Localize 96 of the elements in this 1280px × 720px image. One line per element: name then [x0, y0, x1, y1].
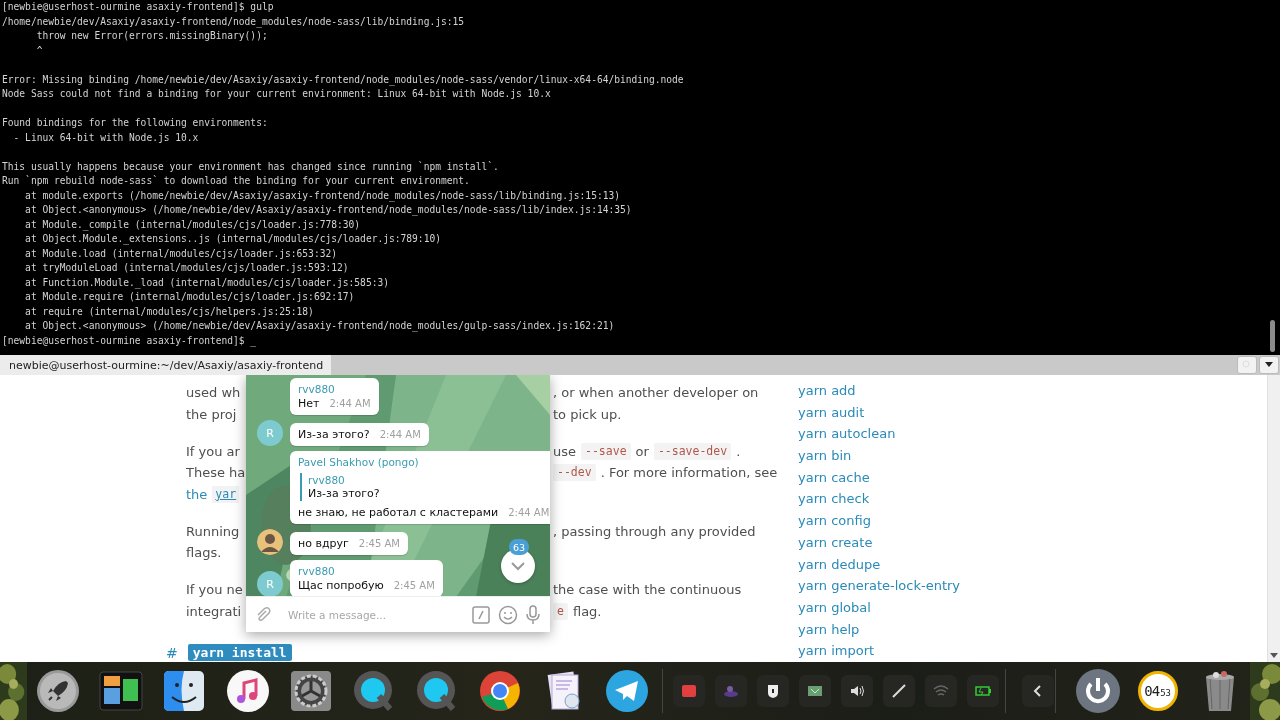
message-text: не знаю, не работал с кластерами — [298, 505, 499, 520]
terminal-line: [newbie@userhost-ourmine asaxiy-frontend]$ gulp — [2, 0, 275, 14]
terminal-line: at Object.<anonymous> (/home/newbie/dev/Asaxiy/asaxiy-frontend/node_modules/gulp-sass/index.js:162:21) — [24, 319, 616, 334]
slash-command-icon[interactable] — [472, 605, 490, 624]
terminal-line: at Function.Module._load (internal/modules/cjs/loader.js:585:3) — [24, 275, 390, 290]
paragraph-text: , passing through any provided — [553, 522, 756, 541]
reply-quote[interactable]: rvv880 Из-за этого? — [300, 473, 550, 501]
clock-minutes: 53 — [1160, 688, 1172, 698]
paragraph-text: the proj — [186, 405, 237, 424]
paragraph-text: These ha — [186, 464, 246, 482]
scroll-down-arrow-icon[interactable] — [1270, 653, 1278, 659]
music-note-icon[interactable] — [225, 669, 270, 713]
code-link[interactable]: yar — [212, 485, 240, 503]
paragraph-text: . — [736, 442, 741, 461]
doc-link[interactable]: the — [186, 483, 208, 505]
paragraph-text: integrati — [186, 602, 242, 621]
terminal-line: Node Sass could not find a binding for your current environment: Linux 64-bit with Node.js 10.x — [2, 87, 552, 101]
paragraph-text: to pick up. — [553, 405, 622, 424]
terminal-line: Run `npm rebuild node-sass` to download the binding for your current environment. — [2, 174, 471, 188]
sender-name: Pavel Shakhov (pongo) — [298, 455, 419, 469]
terminal-line: at Module.require (internal/modules/cjs/loader.js:692:17) — [24, 290, 356, 304]
anchor-link[interactable]: # — [166, 644, 178, 661]
message-time: 2:44 AM — [329, 397, 371, 411]
code-snippet: --save-dev — [653, 442, 732, 460]
terminal-line: [newbie@userhost-ourmine asaxiy-frontend]$ _ — [2, 333, 258, 348]
emoji-icon[interactable] — [498, 604, 518, 625]
code-snippet: --save — [581, 442, 631, 460]
sender-name: rvv880 — [298, 564, 335, 578]
terminal-line: at Module.load (internal/modules/cjs/loader.js:653:32) — [24, 246, 338, 261]
message-input[interactable]: Write a message... — [280, 604, 464, 625]
sidebar-link[interactable]: yarn add — [798, 380, 856, 402]
smiling-face-icon[interactable] — [162, 669, 207, 713]
sidebar-link[interactable]: yarn autoclean — [798, 423, 896, 446]
sidebar-link[interactable]: yarn config — [798, 510, 871, 532]
paragraph-text: , or when another developer on — [553, 384, 759, 402]
section-heading: yarn install — [187, 644, 292, 661]
sidebar-link[interactable]: yarn import — [798, 640, 875, 662]
terminal-line: This usually happens because your environment has changed since running `npm install`. — [2, 159, 500, 174]
paragraph-text: used wh — [186, 384, 241, 402]
message-text: Нет — [298, 396, 320, 411]
message-text: Из-за этого? — [298, 427, 370, 442]
terminal-line: at Object.<anonymous> (/home/newbie/dev/Asaxiy/asaxiy-frontend/node_modules/node-sass/lib/index.js:14:35) — [24, 203, 633, 218]
paper-plane-icon[interactable] — [604, 669, 649, 713]
window-grid-icon[interactable] — [99, 669, 144, 713]
settings-icon[interactable] — [288, 669, 333, 713]
terminal-line: at Object.Module._extensions..js (internal/modules/cjs/loader.js:789:10) — [24, 232, 442, 247]
dropdown-button[interactable] — [1259, 356, 1279, 374]
code-snippet: --dev — [553, 464, 596, 482]
terminal-line: throw new Error(errors.missingBinary()); — [35, 29, 269, 43]
sidebar-link[interactable]: yarn check — [798, 488, 870, 511]
sidebar-link[interactable]: yarn global — [798, 596, 871, 619]
message-time: 2:45 AM — [358, 537, 400, 551]
unread-badge: 63 — [509, 539, 529, 555]
code-snippet: e — [553, 602, 568, 620]
paragraph-text: If you ar — [186, 442, 240, 461]
scrollbar-thumb[interactable] — [1270, 320, 1275, 352]
paragraph-text: or — [635, 442, 649, 461]
terminal-line: /home/newbie/dev/Asaxiy/asaxiy-frontend/node_modules/node-sass/lib/binding.js:15 — [2, 14, 466, 29]
sidebar-link[interactable]: yarn generate-lock-entry — [798, 575, 961, 597]
sidebar-link[interactable]: yarn dedupe — [798, 553, 881, 576]
browser-icon[interactable] — [478, 669, 523, 713]
power-icon[interactable] — [1075, 669, 1120, 713]
paragraph-text: flags. — [186, 544, 222, 562]
message-text: Щас попробую — [298, 578, 384, 593]
terminal-line: Error: Missing binding /home/newbie/dev/Asaxiy/asaxiy-frontend/node_modules/node-sass/vendor/linux-x64-64/binding.node — [2, 72, 685, 87]
sender-name: rvv880 — [298, 382, 335, 396]
terminal-line: at require (internal/modules/cjs/helpers.js:25:18) — [24, 304, 315, 319]
terminal-line: at module.exports (/home/newbie/dev/Asaxiy/asaxiy-frontend/node_modules/node-sass/lib/binding.js:15:13) — [24, 188, 622, 203]
paragraph-text: the case with the continuous — [553, 581, 742, 599]
terminal-line: ^ — [35, 43, 44, 58]
message-time: 2:45 AM — [393, 579, 435, 593]
paragraph-text: Running — [186, 522, 240, 541]
terminal-line: - Linux 64-bit with Node.js 10.x — [12, 130, 200, 145]
sidebar-link[interactable]: yarn cache — [798, 466, 870, 489]
sidebar-link[interactable]: yarn create — [798, 531, 873, 554]
terminal-tab[interactable]: newbie@userhost-ourmine:~/dev/Asaxiy/asaxiy-frontend — [0, 355, 332, 375]
message-text: но вдруг — [298, 536, 349, 551]
paragraph-text: flag. — [572, 602, 602, 621]
paragraph-text: use — [553, 442, 576, 461]
message-time: 2:44 AM — [508, 506, 550, 520]
paragraph-text: . For more information, see — [600, 464, 778, 482]
terminal-line: at Module._compile (internal/modules/cjs/loader.js:778:30) — [24, 217, 362, 232]
avatar-icon[interactable] — [257, 529, 283, 555]
caret-icon — [1264, 362, 1274, 368]
clock-hours: 04 — [1144, 683, 1160, 699]
microphone-icon[interactable] — [526, 604, 540, 625]
paragraph-text: If you ne — [186, 581, 243, 599]
terminal-line: at tryModuleLoad (internal/modules/cjs/loader.js:593:12) — [24, 261, 350, 275]
sidebar-link[interactable]: yarn bin — [798, 445, 852, 467]
terminal-line: Found bindings for the following environments: — [2, 116, 269, 130]
rocket-icon[interactable] — [36, 669, 80, 713]
chevron-down-icon — [510, 561, 526, 571]
clock-widget[interactable]: 0453 — [1137, 671, 1178, 711]
sidebar-link[interactable]: yarn help — [798, 618, 860, 641]
sidebar-link[interactable]: yarn audit — [798, 401, 865, 424]
message-time: 2:44 AM — [379, 428, 421, 442]
